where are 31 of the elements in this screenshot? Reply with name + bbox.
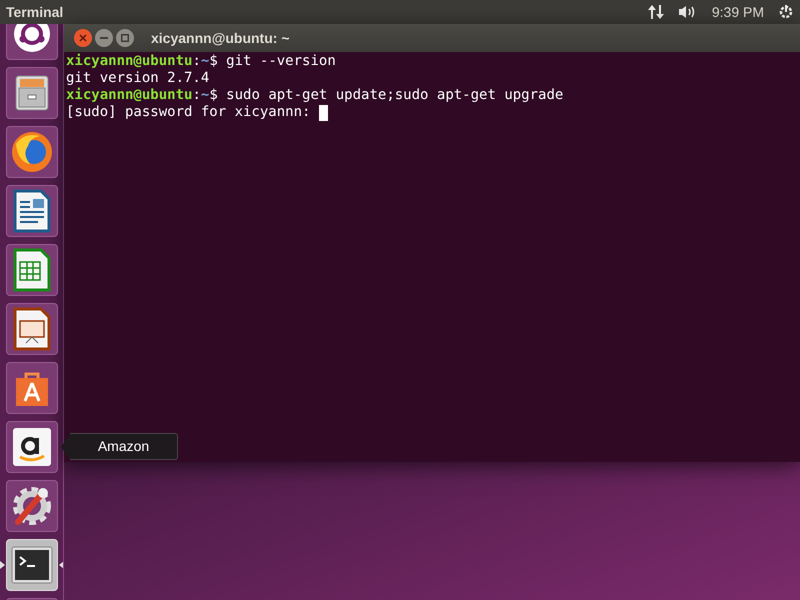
launcher-item[interactable] (6, 244, 58, 296)
window-title: xicyannn@ubuntu: ~ (151, 28, 290, 48)
minimize-icon (100, 37, 108, 39)
command-text: sudo apt-get update;sudo apt-get upgrade (226, 87, 564, 103)
launcher-item[interactable] (6, 480, 58, 532)
launcher-item[interactable] (6, 303, 58, 355)
document-icon (12, 189, 52, 233)
amazon-logo-icon (12, 427, 52, 467)
presentation-icon (12, 307, 52, 351)
output-text: [sudo] password for xicyannn: (66, 104, 310, 121)
network-arrows-icon[interactable] (648, 4, 664, 20)
gear-wrench-icon (10, 484, 54, 528)
maximize-button[interactable] (116, 29, 134, 47)
launcher-item[interactable] (6, 362, 58, 414)
prompt-text: xicyannn@ubuntu:~$ (66, 87, 219, 103)
minimize-button[interactable] (95, 29, 113, 47)
prompt-text: xicyannn@ubuntu:~$ (66, 53, 219, 69)
terminal-icon (10, 545, 54, 585)
output-text: git version 2.7.4 (66, 70, 210, 87)
close-icon (79, 34, 87, 42)
close-button[interactable] (74, 29, 92, 47)
running-indicator-icon (59, 561, 63, 569)
command-text: git --version (226, 53, 336, 69)
launcher-item[interactable] (6, 421, 58, 473)
launcher-item[interactable] (6, 185, 58, 237)
tooltip: Amazon (70, 433, 178, 460)
clock-text[interactable]: 9:39 PM (712, 2, 764, 22)
app-title: Terminal (6, 2, 64, 22)
maximize-icon (121, 34, 129, 42)
spreadsheet-icon (12, 248, 52, 292)
ubuntu-logo-icon (12, 24, 52, 54)
